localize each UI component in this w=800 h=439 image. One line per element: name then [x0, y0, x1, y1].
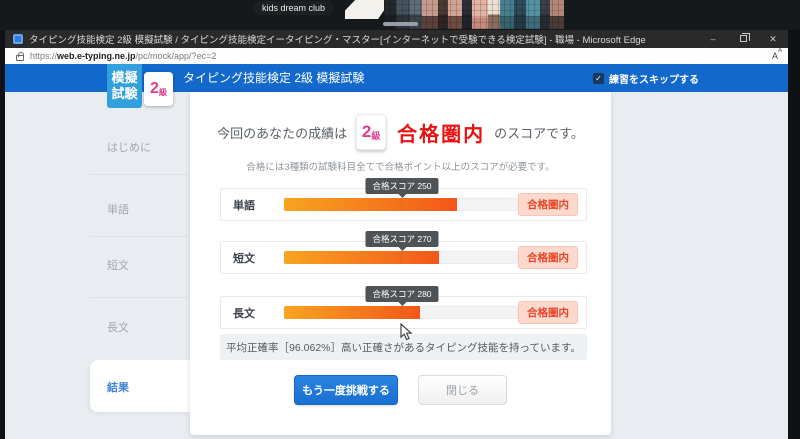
score-bar-track [284, 251, 518, 264]
pass-score-tooltip-text: 合格スコア 270 [365, 231, 439, 247]
text-size-icon[interactable]: AA [772, 48, 782, 61]
pass-requirement-note: 合格には3種類の試験科目全てで合格ポイント以上のスコアが必要です。 [246, 162, 555, 173]
sidebar-item-results-label: 結果 [107, 382, 129, 394]
action-buttons: もう一度挑戦する 閉じる [190, 375, 611, 405]
restore-button[interactable] [728, 30, 758, 48]
result-headline: 今回のあなたの成績は 2 級 合格圏内 のスコアです。 [190, 112, 611, 152]
tooltip-arrow-icon [397, 194, 406, 198]
title-bar[interactable]: タイピング技能検定 2級 模擬試験 / タイピング技能検定イータイピング・マスタ… [5, 30, 788, 48]
sidebar-divider [90, 297, 189, 298]
browser-window: タイピング技能検定 2級 模擬試験 / タイピング技能検定イータイピング・マスタ… [5, 30, 788, 439]
close-dialog-button[interactable]: 閉じる [418, 375, 507, 405]
mouse-cursor [400, 323, 413, 341]
app-title: タイピング技能検定 2級 模擬試験 [183, 71, 365, 85]
sidebar-item-words: 単語 [107, 204, 129, 216]
pass-score-tooltip: 合格スコア 270 [365, 231, 439, 251]
grade-badge-result: 2 級 [356, 114, 387, 150]
url-domain: web.e-typing.ne.jp [57, 51, 136, 61]
logo-line-1: 模擬 [111, 70, 138, 85]
grade-badge-header: 2 級 [144, 72, 173, 106]
status-badge: 合格圏内 [518, 193, 578, 216]
pass-score-tooltip: 合格スコア 280 [365, 286, 439, 306]
minimize-button[interactable]: – [698, 30, 728, 48]
window-title: タイピング技能検定 2級 模擬試験 / タイピング技能検定イータイピング・マスタ… [29, 35, 646, 46]
sidebar-item-long-sentences: 長文 [107, 322, 129, 334]
tooltip-arrow-icon [397, 302, 406, 306]
video-pixel-block [540, 0, 550, 29]
verdict-text: 合格圏内 [397, 123, 486, 146]
score-bar-fill [284, 198, 458, 211]
status-badge: 合格圏内 [518, 246, 578, 269]
tooltip-arrow-icon [397, 247, 406, 251]
video-pixel-block [488, 0, 500, 29]
score-bar-fill [284, 251, 439, 264]
page-content: はじめに 単語 短文 長文 結果 今回のあなたの成績は 2 級 合格圏内 のスコ… [5, 92, 788, 439]
video-pixel-block [462, 0, 472, 29]
screen: kids dream club タイピング技能検定 2級 模擬試験 / タイピン… [0, 0, 800, 439]
video-pixel-block [438, 0, 448, 29]
url-path: /pc/mock/app/?ec=2 [135, 51, 217, 61]
grade-suffix: 級 [158, 87, 167, 97]
logo-line-2: 試験 [111, 86, 138, 101]
sidebar-divider [90, 174, 189, 175]
skip-practice-label: 練習をスキップする [609, 74, 699, 86]
status-badge: 合格圏内 [518, 301, 578, 324]
video-pixel-block [514, 0, 526, 29]
video-pixel-block [526, 0, 540, 29]
sidebar-item-results: 結果 [90, 360, 191, 412]
pass-score-tooltip-text: 合格スコア 250 [365, 178, 439, 194]
retry-button[interactable]: もう一度挑戦する [294, 375, 398, 405]
mock-exam-logo: 模擬 試験 [107, 64, 142, 108]
video-pixel-block [500, 0, 514, 29]
skip-practice-option[interactable]: ✓ 練習をスキップする [593, 64, 699, 92]
video-pixel-block [422, 0, 438, 29]
video-call-strip: kids dream club [0, 0, 800, 30]
grade-number: 2 [150, 80, 159, 97]
video-pixel-block [472, 0, 488, 29]
checkbox-checked-icon[interactable]: ✓ [593, 72, 604, 84]
sidebar-item-intro: はじめに [107, 142, 151, 154]
site-favicon-icon [13, 34, 23, 44]
grade-number: 2 [361, 122, 372, 141]
headline-suffix: のスコアです。 [494, 125, 584, 141]
address-bar[interactable]: https://web.e-typing.ne.jp/pc/mock/app/?… [5, 48, 788, 64]
pass-score-tooltip: 合格スコア 250 [365, 178, 439, 198]
participant-name-label: kids dream club [253, 1, 335, 15]
restore-icon [739, 33, 750, 42]
score-bar-track [284, 198, 518, 211]
pass-score-tooltip-text: 合格スコア 280 [365, 286, 439, 302]
result-panel: 今回のあなたの成績は 2 級 合格圏内 のスコアです。 合格には3種類の試験科目… [190, 92, 611, 435]
url-protocol: https:// [30, 51, 58, 61]
sidebar-divider [90, 236, 189, 237]
video-pixel-block [448, 0, 462, 29]
score-bar-track [284, 306, 518, 319]
close-button[interactable]: ✕ [758, 30, 788, 48]
score-category-label: 短文 [233, 252, 255, 265]
grade-suffix: 級 [371, 131, 381, 141]
score-category-label: 単語 [233, 199, 255, 212]
sidebar-item-short-sentences: 短文 [107, 260, 129, 272]
score-category-label: 長文 [233, 307, 255, 320]
lock-icon [16, 51, 24, 61]
video-pixel-block [550, 0, 564, 29]
url-text[interactable]: https://web.e-typing.ne.jp/pc/mock/app/?… [30, 51, 216, 61]
drag-handle[interactable] [383, 22, 418, 26]
score-bar-fill [284, 306, 420, 319]
headline-prefix: 今回のあなたの成績は [217, 125, 348, 141]
